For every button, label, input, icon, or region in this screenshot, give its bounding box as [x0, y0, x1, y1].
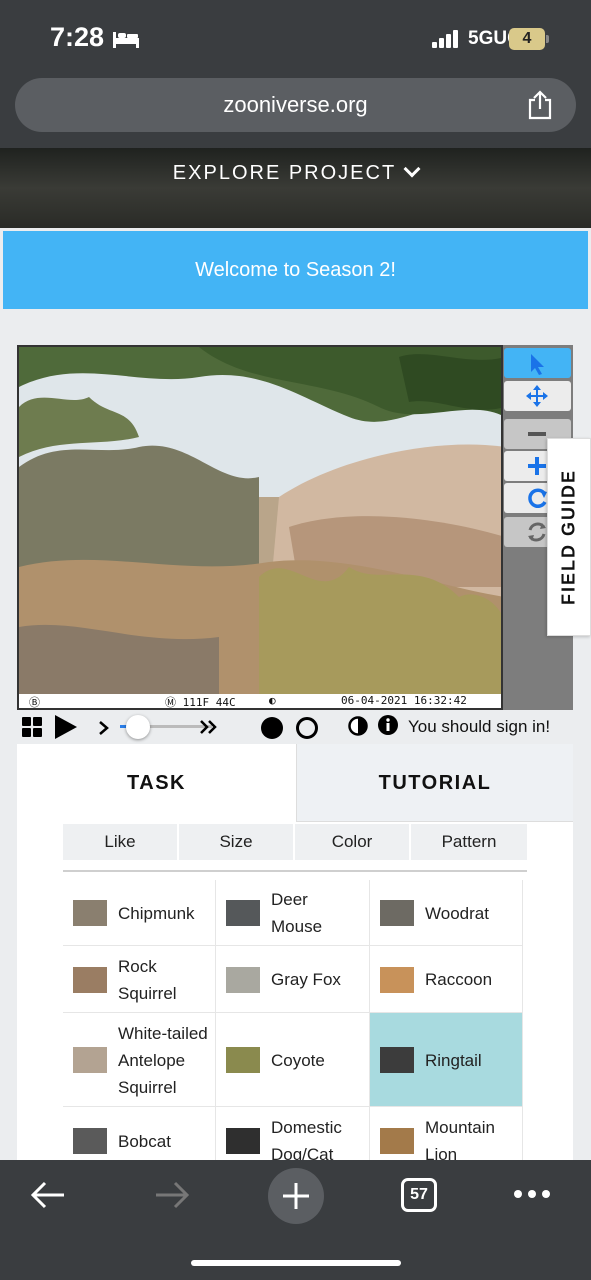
- back-arrow-icon[interactable]: [30, 1180, 66, 1210]
- camera-stamp: Ⓑ Ⓜ 111F 44C ◐ 06-04-2021 16:32:42: [19, 694, 501, 708]
- species-label: Deer: [271, 890, 308, 909]
- play-icon[interactable]: [53, 714, 79, 740]
- info-icon[interactable]: [378, 715, 398, 735]
- empty-circle-icon[interactable]: [295, 716, 319, 740]
- species-option[interactable]: Deer Mouse: [216, 880, 370, 946]
- move-icon: [526, 385, 548, 407]
- filter-like[interactable]: Like: [63, 824, 177, 860]
- species-label: Ringtail: [425, 1051, 482, 1070]
- battery-icon: 4: [509, 28, 545, 50]
- species-label: Mouse: [271, 917, 323, 936]
- move-tool-button[interactable]: [504, 381, 571, 411]
- species-label: Mountain: [425, 1118, 495, 1137]
- species-thumbnail: [73, 967, 107, 993]
- species-thumbnail: [380, 1047, 414, 1073]
- task-panel: TASK TUTORIAL Like Size Color Pattern Ch…: [17, 744, 573, 1175]
- home-indicator: [191, 1260, 401, 1266]
- slider-thumb[interactable]: [126, 715, 151, 739]
- species-option[interactable]: Coyote: [216, 1013, 370, 1107]
- subject-image[interactable]: Ⓑ Ⓜ 111F 44C ◐ 06-04-2021 16:32:42: [17, 345, 503, 710]
- species-label: Squirrel: [118, 1078, 177, 1097]
- stamp-temperature: Ⓜ 111F 44C: [165, 696, 236, 709]
- species-label: Rock: [118, 957, 157, 976]
- contrast-icon[interactable]: [348, 716, 368, 736]
- filter-size[interactable]: Size: [179, 824, 293, 860]
- url-text: zooniverse.org: [223, 92, 368, 117]
- plus-icon: [283, 1183, 309, 1209]
- species-option[interactable]: Raccoon: [370, 946, 523, 1013]
- field-guide-label: FIELD GUIDE: [558, 468, 579, 606]
- species-thumbnail: [226, 967, 260, 993]
- species-label: Antelope: [118, 1051, 186, 1070]
- new-tab-button[interactable]: [268, 1168, 324, 1224]
- species-label: Raccoon: [425, 970, 493, 989]
- filter-divider: [63, 870, 527, 872]
- species-option[interactable]: Ringtail: [370, 1013, 523, 1107]
- species-label: Chipmunk: [118, 904, 195, 923]
- sign-in-prompt[interactable]: You should sign in!: [408, 717, 550, 737]
- species-thumbnail: [226, 900, 260, 926]
- species-thumbnail: [380, 1128, 414, 1154]
- filter-color[interactable]: Color: [295, 824, 409, 860]
- browser-chrome: 7:28 5GUC 4 zooniverse.org: [0, 0, 591, 148]
- welcome-banner: Welcome to Season 2!: [3, 231, 588, 309]
- pointer-icon: [531, 354, 544, 375]
- species-label: Coyote: [271, 1051, 325, 1070]
- species-option[interactable]: Gray Fox: [216, 946, 370, 1013]
- media-controls: You should sign in!: [17, 710, 573, 744]
- pointer-tool-button[interactable]: [504, 348, 571, 378]
- step-forward-icon[interactable]: [97, 720, 111, 736]
- stamp-mark: Ⓑ: [29, 696, 40, 709]
- project-header: [0, 148, 591, 228]
- species-option[interactable]: Woodrat: [370, 880, 523, 946]
- filter-pattern[interactable]: Pattern: [411, 824, 527, 860]
- battery-tip: [546, 35, 549, 43]
- species-thumbnail: [73, 1128, 107, 1154]
- tabs-count-button[interactable]: 57: [401, 1178, 437, 1212]
- stamp-datetime: 06-04-2021 16:32:42: [341, 694, 467, 707]
- explore-project-menu[interactable]: EXPLORE PROJECT: [0, 160, 591, 185]
- address-bar[interactable]: zooniverse.org: [15, 78, 576, 132]
- share-icon[interactable]: [526, 90, 554, 120]
- species-thumbnail: [73, 900, 107, 926]
- species-thumbnail: [226, 1128, 260, 1154]
- species-option[interactable]: White-tailed Antelope Squirrel: [63, 1013, 216, 1107]
- signal-icon: [432, 30, 458, 48]
- forward-arrow-icon[interactable]: [154, 1180, 190, 1210]
- species-thumbnail: [73, 1047, 107, 1073]
- sleep-mode-icon: [113, 32, 139, 48]
- filled-circle-icon[interactable]: [260, 716, 284, 740]
- grid-view-icon[interactable]: [22, 717, 42, 737]
- species-option[interactable]: Rock Squirrel: [63, 946, 216, 1013]
- status-time: 7:28: [50, 22, 105, 52]
- tab-task[interactable]: TASK: [17, 744, 296, 822]
- explore-project-label: EXPLORE PROJECT: [172, 162, 397, 184]
- camera-trap-photo: [19, 347, 501, 708]
- species-label: Woodrat: [425, 904, 489, 923]
- tab-tutorial[interactable]: TUTORIAL: [296, 744, 573, 822]
- more-options-icon[interactable]: [513, 1188, 551, 1200]
- species-thumbnail: [226, 1047, 260, 1073]
- species-label: Gray Fox: [271, 970, 341, 989]
- species-label: Domestic: [271, 1118, 342, 1137]
- chevron-down-icon: [403, 160, 421, 178]
- species-thumbnail: [380, 967, 414, 993]
- species-label: Squirrel: [118, 984, 177, 1003]
- field-guide-tab[interactable]: FIELD GUIDE: [547, 438, 591, 636]
- species-option[interactable]: Chipmunk: [63, 880, 216, 946]
- species-thumbnail: [380, 900, 414, 926]
- fast-forward-icon[interactable]: [199, 719, 219, 735]
- species-label: White-tailed: [118, 1024, 208, 1043]
- moon-phase-icon: ◐: [269, 694, 276, 707]
- species-label: Bobcat: [118, 1132, 171, 1151]
